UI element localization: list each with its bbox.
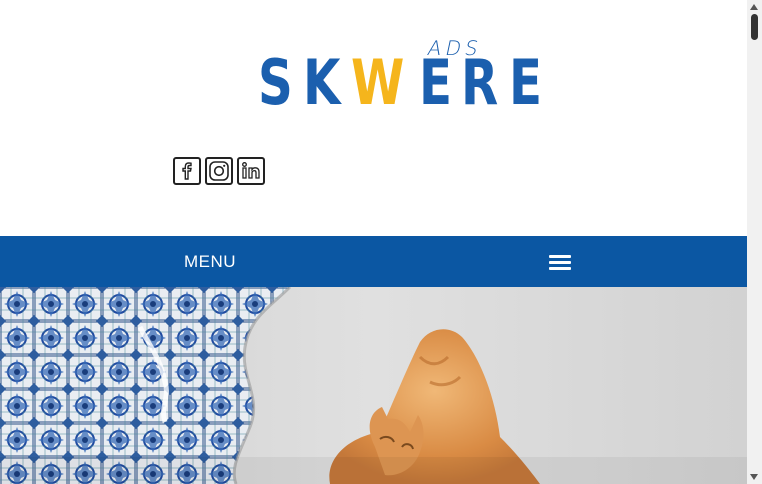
logo-letter: W [350,46,405,119]
logo-letter: K [302,46,341,119]
page: ADS S K W E R E MENU [0,0,747,484]
navigation-bar: MENU [0,236,747,287]
hero-image [0,287,747,484]
logo-letter: E [509,46,543,119]
scroll-up-arrow-icon[interactable] [750,4,758,10]
scroll-down-arrow-icon[interactable] [750,474,758,480]
logo-letter: S [258,46,293,119]
menu-label[interactable]: MENU [184,252,236,272]
logo-wordmark: S K W E R E [258,52,552,114]
logo-letter: R [461,46,499,119]
logo-letter: E [419,46,453,119]
scrollbar-thumb[interactable] [751,14,758,40]
facebook-icon[interactable] [173,157,201,185]
linkedin-icon[interactable] [237,157,265,185]
social-links [173,157,265,185]
site-logo[interactable]: ADS S K W E R E [258,34,542,118]
hero-illustration [0,287,747,484]
hamburger-menu-icon[interactable] [549,255,571,271]
vertical-scrollbar[interactable] [747,0,762,484]
instagram-icon[interactable] [205,157,233,185]
